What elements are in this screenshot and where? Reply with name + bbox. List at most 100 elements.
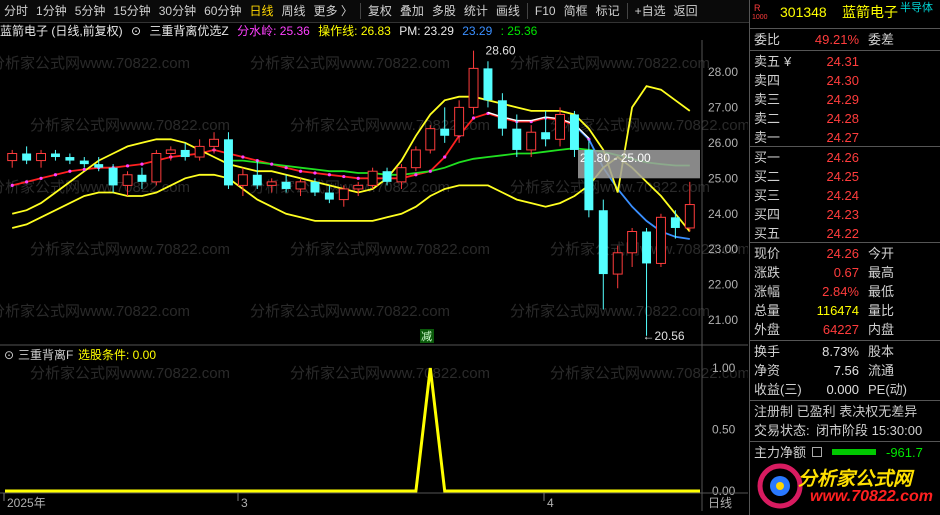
buy-price: 24.25 (826, 169, 859, 184)
price-axis-label: 26.00 (708, 136, 738, 150)
stat-row[interactable]: 现价 24.26 今开 (750, 244, 940, 263)
stat2-label: 换手 (754, 344, 781, 359)
toolbar-item-8[interactable]: 更多 〉 (310, 0, 357, 23)
series-dot (140, 162, 144, 166)
buy-row[interactable]: 买四 24.23 (750, 205, 940, 224)
sub-indicator-name: 三重背离F (18, 347, 73, 362)
stat2-row[interactable]: 净资 7.56 流通 (750, 361, 940, 380)
series-dot (471, 116, 476, 120)
candle-body (382, 171, 392, 182)
buy-price: 24.24 (826, 188, 859, 203)
candle-body (642, 231, 652, 264)
chart-area[interactable]: 蓝箭电子 (日线,前复权) ⊙ 三重背离优选Z 分水岭: 25.36 操作线: … (0, 23, 748, 515)
toolbar-item-0[interactable]: 分时 (0, 0, 32, 23)
candle-body (281, 181, 291, 189)
candle-body (194, 145, 205, 158)
stat-row[interactable]: 外盘 64227 内盘 (750, 320, 940, 339)
candle-body (7, 152, 18, 162)
sell-row[interactable]: 卖三 24.29 (750, 90, 940, 109)
candle-body (122, 174, 133, 186)
toolbar-item-4[interactable]: 30分钟 (155, 0, 200, 23)
sub-indicator-icon: ⊙ (4, 348, 14, 362)
series-dot (342, 174, 346, 179)
watermark-text: 分析家公式网www.70822.com (510, 55, 710, 72)
price-axis-label: 23.00 (708, 242, 738, 256)
logo-url: www.70822.com (810, 488, 934, 505)
main-flow-bar (832, 449, 876, 455)
weicha-label: 委差 (868, 32, 895, 47)
buy-row[interactable]: 买五 24.22 (750, 224, 940, 243)
sector-tag[interactable]: 半导体 (900, 0, 933, 18)
toolbar-item-3[interactable]: 15分钟 (109, 0, 154, 23)
toolbar-item-11[interactable]: 多股 (428, 0, 460, 23)
toolbar-item-2[interactable]: 5分钟 (71, 0, 110, 23)
toolbar-item-12[interactable]: 统计 (460, 0, 492, 23)
weibi-value: 49.21% (814, 32, 859, 47)
toolbar-separator (626, 3, 628, 19)
toolbar-item-18[interactable]: 返回 (670, 0, 702, 23)
toolbar-item-10[interactable]: 叠加 (396, 0, 428, 23)
stat-row[interactable]: 涨跌 0.67 最高 (750, 263, 940, 282)
sell-row[interactable]: 卖五 ¥24.31 (750, 52, 940, 71)
stat-value: 64227 (822, 322, 859, 337)
series-dot (125, 164, 130, 168)
sub-cond-label: 选股条件: 0.00 (78, 348, 156, 362)
toolbar-item-9[interactable]: 复权 (364, 0, 396, 23)
signal-marker: 减 (421, 330, 432, 343)
date-axis-label: 4 (547, 496, 554, 510)
sell-label: 卖一 (754, 130, 781, 145)
buy-label: 买五 (754, 226, 781, 241)
sell-row[interactable]: 卖二 24.28 (750, 109, 940, 128)
main-flow-row[interactable]: 主力净额 -961.7 (750, 443, 940, 462)
r-badge-sub: 1000 (752, 14, 768, 21)
toolbar-item-1[interactable]: 1分钟 (32, 0, 71, 23)
stock-code: 301348 (780, 4, 827, 20)
stat2-row[interactable]: 换手 8.73% 股本 (750, 342, 940, 361)
series-dot (241, 155, 245, 159)
stat-label-2: 量比 (868, 303, 895, 318)
buy-row[interactable]: 买二 24.25 (750, 167, 940, 186)
price-axis-label: 21.00 (708, 313, 738, 327)
date-axis-label: 3 (241, 496, 248, 510)
candle-body (180, 149, 190, 158)
high-price-label: 28.60 (486, 44, 516, 58)
watermark-text: 分析家公式网www.70822.com (30, 365, 230, 382)
stat-label-2: 内盘 (868, 322, 895, 337)
toolbar-item-17[interactable]: +自选 (631, 0, 670, 23)
candle-body (79, 160, 89, 165)
stat-row[interactable]: 总量 116474 量比 (750, 301, 940, 320)
candle-body (252, 174, 262, 186)
stat2-label-2: 股本 (868, 344, 895, 359)
toolbar-item-5[interactable]: 60分钟 (200, 0, 245, 23)
stat2-label-2: PE(动) (868, 382, 908, 397)
stat-value: 116474 (816, 303, 859, 318)
main-flow-icon (812, 447, 822, 457)
toolbar-item-7[interactable]: 周线 (277, 0, 309, 23)
series-dot (53, 173, 58, 177)
buy-row[interactable]: 买三 24.24 (750, 186, 940, 205)
stat2-value: 8.73% (822, 344, 859, 359)
toolbar-item-16[interactable]: 标记 (592, 0, 624, 23)
toolbar-item-13[interactable]: 画线 (492, 0, 524, 23)
sell-row[interactable]: 卖四 24.30 (750, 71, 940, 90)
stat2-value: 0.000 (826, 382, 859, 397)
sell-price: 24.29 (826, 92, 859, 107)
candle-body (670, 217, 680, 228)
stat-label-2: 最高 (868, 265, 895, 280)
candle-body (266, 181, 277, 186)
toolbar-item-6[interactable]: 日线 (245, 0, 277, 23)
candle-body (108, 167, 118, 186)
sell-flag: ¥ (784, 54, 792, 69)
candle-body (555, 113, 566, 140)
watermark-text: 分析家公式网www.70822.com (0, 303, 190, 320)
sell-row[interactable]: 卖一 24.27 (750, 128, 940, 147)
watermark-text: 分析家公式网www.70822.com (510, 179, 710, 196)
stat-row[interactable]: 涨幅 2.84% 最低 (750, 282, 940, 301)
price-chart[interactable]: 分析家公式网www.70822.com 分析家公式网www.70822.com 分析… (0, 23, 748, 515)
stat2-row[interactable]: 收益(三) 0.000 PE(动) (750, 380, 940, 399)
toolbar-item-14[interactable]: F10 (531, 0, 560, 23)
buy-row[interactable]: 买一 24.26 (750, 148, 940, 167)
sell-price: 24.31 (826, 54, 859, 69)
series-dot (313, 171, 317, 175)
toolbar-item-15[interactable]: 简框 (560, 0, 592, 23)
